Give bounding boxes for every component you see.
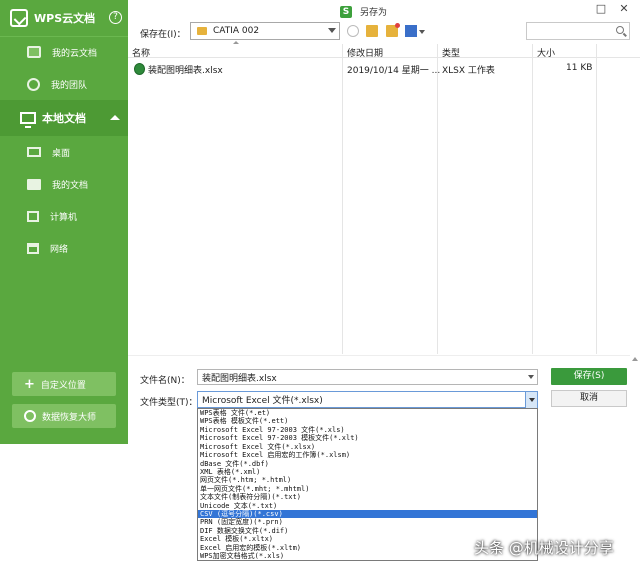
column-header-name[interactable]: 名称 [132, 46, 150, 59]
sidebar-item-label: 我的团队 [51, 80, 88, 91]
folder-icon [197, 27, 207, 35]
column-divider [596, 44, 597, 354]
team-icon [27, 77, 40, 91]
filetype-option[interactable]: Microsoft Excel 启用宏的工作簿(*.xlsm) [198, 451, 537, 459]
filetype-select[interactable]: Microsoft Excel 文件(*.xlsx) [197, 391, 538, 408]
filetype-option[interactable]: 网页文件(*.htm; *.html) [198, 476, 537, 484]
column-header-type[interactable]: 类型 [442, 46, 460, 59]
sidebar-item-my-documents[interactable]: 我的文档 [0, 168, 128, 200]
collapse-caret-icon[interactable] [110, 115, 120, 120]
file-type: XLSX 工作表 [442, 66, 495, 76]
wps-cloud-header[interactable]: WPS云文档 ? [0, 0, 128, 36]
column-divider [342, 44, 343, 354]
filename-value: 装配图明细表.xlsx [202, 373, 277, 384]
file-name: 装配图明细表.xlsx [148, 66, 223, 76]
file-list-header: 名称 修改日期 类型 大小 [128, 44, 640, 59]
sidebar: WPS云文档 ? 我的云文档 我的团队 本地文档 桌面 我的文档 计算机 网络 … [0, 0, 128, 444]
filetype-option[interactable]: dBase 文件(*.dbf) [198, 460, 537, 468]
dialog-title-text: 另存为 [360, 8, 388, 18]
sidebar-item-label: 网络 [50, 244, 69, 255]
filetype-option[interactable]: PRN (固定宽度)(*.prn) [198, 518, 537, 526]
data-recovery-button[interactable]: 数据恢复大师 [12, 404, 116, 428]
desktop-icon [27, 147, 41, 157]
sidebar-item-my-cloud-docs[interactable]: 我的云文档 [0, 36, 128, 68]
save-in-combobox[interactable]: CATIA 002 [190, 22, 340, 40]
sidebar-item-network[interactable]: 网络 [0, 232, 128, 264]
dialog-title: S 另存为 [340, 5, 387, 18]
file-row[interactable]: 装配图明细表.xlsx 2019/10/14 星期一 ... XLSX 工作表 … [128, 60, 640, 76]
filetype-label: 文件类型(T)： [140, 398, 198, 408]
filetype-option[interactable]: Microsoft Excel 97-2003 模板文件(*.xlt) [198, 434, 537, 442]
filetype-option[interactable]: WPS表格 模板文件(*.ett) [198, 417, 537, 425]
filetype-option[interactable]: 单一网页文件(*.mht; *.mhtml) [198, 485, 537, 493]
computer-icon [27, 210, 39, 222]
wps-cloud-logo-icon [10, 9, 28, 27]
wps-sheet-icon: S [340, 5, 352, 18]
search-input[interactable] [526, 22, 630, 40]
local-docs-header[interactable]: 本地文档 [0, 100, 128, 136]
sidebar-item-label: 计算机 [50, 212, 78, 223]
filename-input[interactable]: 装配图明细表.xlsx [197, 369, 538, 385]
sidebar-item-my-team[interactable]: 我的团队 [0, 68, 128, 100]
filetype-option[interactable]: Microsoft Excel 97-2003 文件(*.xls) [198, 426, 537, 434]
local-docs-title: 本地文档 [42, 112, 86, 125]
excel-file-icon [134, 63, 145, 75]
help-icon[interactable]: ? [109, 11, 122, 24]
cloud-doc-icon [27, 46, 41, 58]
scroll-up-icon[interactable] [632, 357, 638, 361]
column-divider [532, 44, 533, 354]
sidebar-item-desktop[interactable]: 桌面 [0, 136, 128, 168]
view-menu-icon[interactable] [405, 25, 417, 37]
column-divider [437, 44, 438, 354]
back-icon[interactable] [347, 25, 359, 37]
column-header-date[interactable]: 修改日期 [347, 46, 383, 59]
monitor-icon [20, 112, 36, 128]
save-in-label: 保存在(I)： [140, 30, 186, 40]
maximize-button[interactable]: □ [594, 3, 608, 15]
save-button[interactable]: 保存(S) [551, 368, 627, 385]
path-value: CATIA 002 [213, 26, 260, 36]
sidebar-item-label: 我的云文档 [52, 48, 98, 59]
cancel-button[interactable]: 取消 [551, 390, 627, 407]
custom-location-label: 自定义位置 [40, 380, 86, 391]
column-header-size[interactable]: 大小 [537, 46, 555, 59]
plus-icon: + [24, 376, 35, 392]
folder-icon [27, 178, 41, 190]
recovery-icon [24, 410, 36, 422]
watermark: 头条 @机械设计分享 [474, 539, 614, 557]
new-folder-icon[interactable] [386, 23, 400, 37]
sidebar-item-label: 桌面 [52, 148, 71, 159]
filetype-option[interactable]: Microsoft Excel 文件(*.xlsx) [198, 443, 537, 451]
filetype-option[interactable]: 文本文件(制表符分隔)(*.txt) [198, 493, 537, 501]
chevron-down-icon[interactable] [419, 30, 425, 34]
file-date: 2019/10/14 星期一 ... [347, 66, 441, 76]
custom-location-button[interactable]: + 自定义位置 [12, 372, 116, 396]
filetype-option[interactable]: Unicode 文本(*.txt) [198, 502, 537, 510]
file-size: 11 KB [566, 63, 593, 73]
data-recovery-label: 数据恢复大师 [42, 412, 97, 423]
network-icon [27, 242, 39, 254]
sidebar-item-label: 我的文档 [52, 180, 89, 191]
filetype-value: Microsoft Excel 文件(*.xlsx) [202, 396, 323, 406]
app-title: WPS云文档 [34, 12, 96, 25]
close-button[interactable]: ✕ [617, 3, 631, 15]
search-icon[interactable] [616, 26, 624, 34]
chevron-down-icon[interactable] [328, 28, 336, 33]
scrollbar[interactable] [630, 355, 640, 445]
sidebar-item-computer[interactable]: 计算机 [0, 200, 128, 232]
up-folder-icon[interactable] [366, 25, 378, 37]
filename-label: 文件名(N)： [140, 376, 190, 386]
dropdown-toggle[interactable] [525, 392, 537, 408]
chevron-down-icon[interactable] [528, 375, 534, 379]
